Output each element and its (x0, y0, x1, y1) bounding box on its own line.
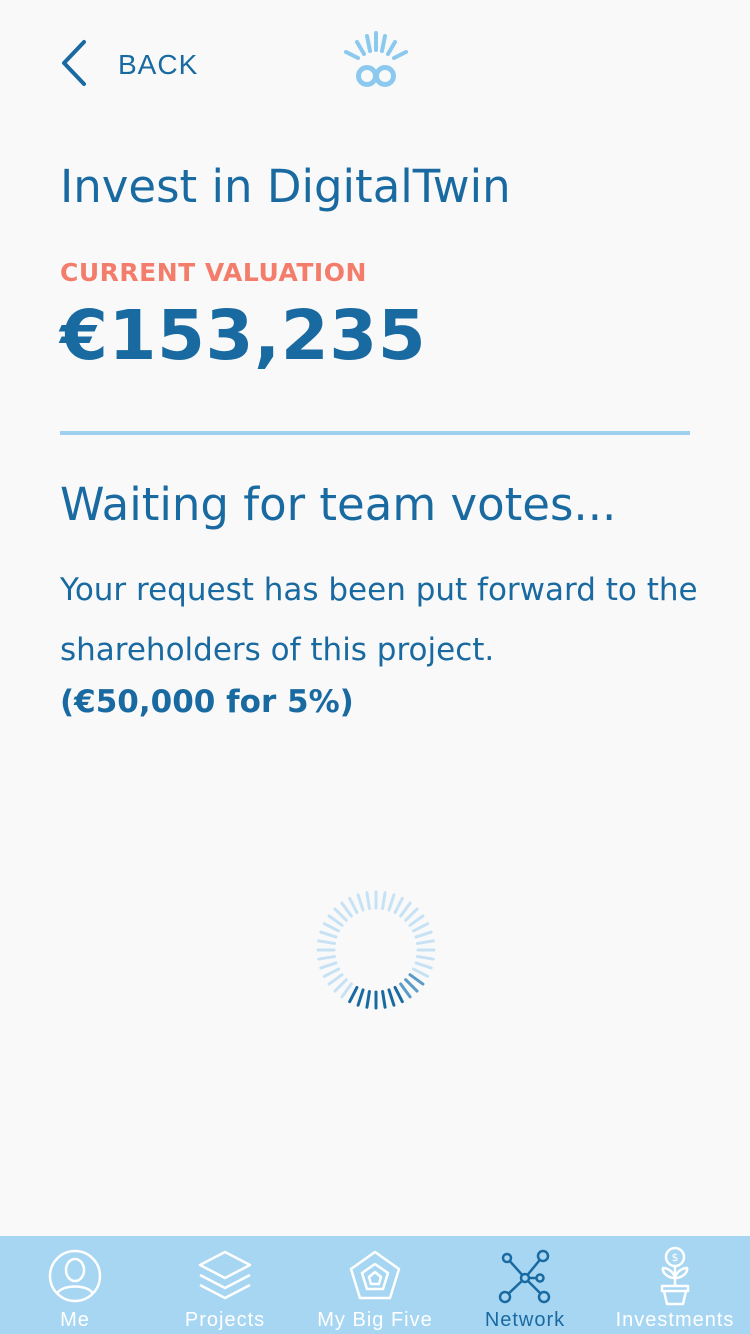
tab-investments[interactable]: $ Investments (600, 1236, 750, 1334)
tab-label: Me (60, 1309, 90, 1331)
money-plant-icon: $ (655, 1246, 695, 1306)
valuation-label: CURRENT VALUATION (60, 258, 367, 287)
loading-spinner-icon (315, 889, 437, 1015)
pentagon-icon (347, 1248, 403, 1304)
status-message: Your request has been put forward to the… (60, 572, 698, 668)
back-button[interactable]: BACK (58, 38, 198, 92)
status-heading: Waiting for team votes... (60, 478, 617, 531)
valuation-amount: €153,235 (60, 296, 427, 376)
svg-text:$: $ (672, 1251, 679, 1264)
tab-my-big-five[interactable]: My Big Five (300, 1236, 450, 1334)
tab-label: My Big Five (317, 1309, 433, 1331)
tab-me[interactable]: Me (0, 1236, 150, 1334)
divider (60, 431, 690, 435)
back-label: BACK (118, 49, 199, 80)
page-title: Invest in DigitalTwin (60, 160, 511, 213)
tab-network[interactable]: Network (450, 1236, 600, 1334)
tab-label: Network (484, 1309, 566, 1331)
tab-label: Investments (615, 1309, 735, 1331)
app-logo-icon (340, 30, 412, 96)
layers-icon (196, 1248, 254, 1304)
tab-projects[interactable]: Projects (150, 1236, 300, 1334)
tab-label: Projects (184, 1309, 266, 1331)
tab-bar: Me Projects My Big Five Network $ Invest… (0, 1236, 750, 1334)
offer-summary: (€50,000 for 5%) (60, 684, 354, 720)
network-icon (496, 1248, 554, 1304)
person-circle-icon (47, 1248, 103, 1304)
chevron-left-icon (58, 38, 88, 92)
